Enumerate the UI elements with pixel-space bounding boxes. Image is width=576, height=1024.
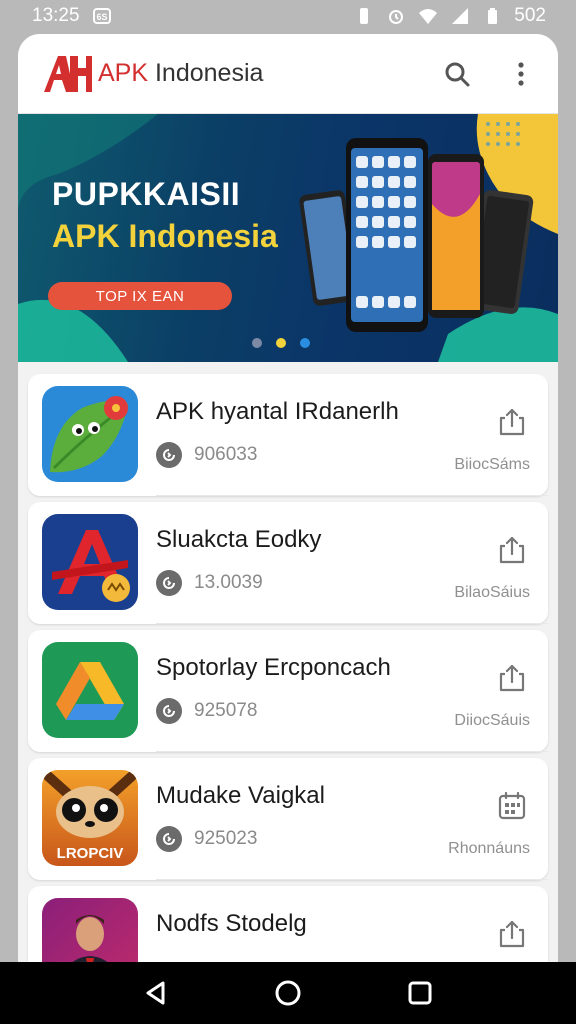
brand-suffix: Indonesia [148, 59, 264, 87]
app-title: Nodfs Stodelg [156, 910, 307, 937]
app-download-count: 13.0039 [194, 572, 263, 593]
share-icon[interactable] [496, 918, 528, 950]
brand-prefix: APK [98, 59, 149, 87]
carousel-dot[interactable] [252, 338, 262, 348]
share-icon[interactable] [496, 534, 528, 566]
app-bar: APK Indonesia [18, 34, 558, 114]
download-count-icon [156, 442, 182, 468]
promo-banner[interactable]: PUPKKAISII APK Indonesia TOP IX EAN [18, 114, 558, 362]
status-bar: 13:25 6S 502 [0, 0, 576, 32]
more-vert-icon[interactable] [506, 59, 536, 89]
recents-icon[interactable] [402, 975, 438, 1011]
list-item[interactable]: LROPCIV Mudake Vaigkal 925023 Rhonnáuns [28, 758, 548, 880]
download-count-icon [156, 698, 182, 724]
download-count-icon [156, 826, 182, 852]
notification-icon: 6S [92, 6, 112, 26]
divider [156, 751, 548, 752]
divider [156, 623, 548, 624]
app-status: Rhonnáuns [448, 840, 530, 857]
calendar-icon[interactable] [496, 790, 528, 822]
list-item[interactable]: Spotorlay Ercponcach 925078 DiiocSáuis [28, 630, 548, 752]
battery-icon [482, 6, 502, 26]
brand-logo-icon [44, 55, 92, 92]
battery-level: 502 [514, 5, 546, 26]
app-title: Spotorlay Ercponcach [156, 654, 391, 681]
brand-name: APK Indonesia [98, 59, 263, 88]
banner-subtitle: APK Indonesia [52, 218, 278, 254]
banner-title: PUPKKAISII [52, 176, 241, 212]
app-icon-drive [42, 642, 138, 738]
banner-cta-button[interactable]: TOP IX EAN [48, 282, 232, 310]
app-list: APK hyantal IRdanerlh 906033 BiiocSáms S… [28, 374, 548, 964]
home-icon[interactable] [270, 975, 306, 1011]
app-download-count: 906033 [194, 444, 258, 465]
divider [156, 495, 548, 496]
svg-text:6S: 6S [96, 12, 107, 22]
share-icon[interactable] [496, 662, 528, 694]
carousel-dot-active[interactable] [276, 338, 286, 348]
back-icon[interactable] [138, 975, 174, 1011]
alarm-icon [386, 6, 406, 26]
app-download-count: 925023 [194, 828, 258, 849]
app-icon-red-a [42, 514, 138, 610]
app-title: Mudake Vaigkal [156, 782, 325, 809]
system-nav-bar [0, 962, 576, 1024]
app-icon-leaf [42, 386, 138, 482]
brand[interactable]: APK Indonesia [40, 52, 263, 96]
app-download-count: 925078 [194, 700, 258, 721]
carousel-dots [252, 338, 310, 348]
app-status: DiiocSáuis [454, 712, 530, 729]
list-item[interactable]: Sluakcta Eodky 13.0039 BilaoSáius [28, 502, 548, 624]
app-icon-lemur: LROPCIV [42, 770, 138, 866]
list-item[interactable]: Nodfs Stodelg [28, 886, 548, 964]
wifi-icon [418, 6, 438, 26]
app-status: BilaoSáius [454, 584, 530, 601]
divider [156, 879, 548, 880]
app-window: APK Indonesia PUPKKAISII APK Indonesia T… [18, 34, 558, 964]
app-icon-label: LROPCIV [57, 845, 124, 862]
search-icon[interactable] [442, 59, 472, 89]
app-title: Sluakcta Eodky [156, 526, 322, 553]
download-count-icon [156, 570, 182, 596]
signal-icon [450, 6, 470, 26]
carousel-dot[interactable] [300, 338, 310, 348]
vibrate-icon [354, 6, 374, 26]
app-title: APK hyantal IRdanerlh [156, 398, 399, 425]
list-item[interactable]: APK hyantal IRdanerlh 906033 BiiocSáms [28, 374, 548, 496]
share-icon[interactable] [496, 406, 528, 438]
app-icon-portrait [42, 898, 138, 964]
status-time: 13:25 [32, 5, 80, 26]
app-status: BiiocSáms [454, 456, 530, 473]
